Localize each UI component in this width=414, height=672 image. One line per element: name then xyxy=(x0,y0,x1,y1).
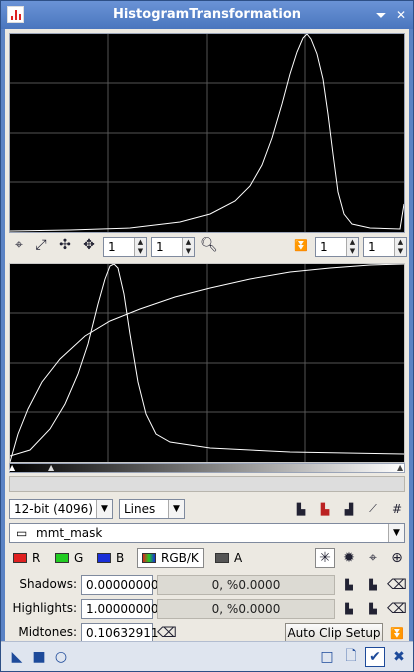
pan-icon[interactable]: ✥ xyxy=(79,235,99,255)
rgb-histogram-icon[interactable]: ▙ xyxy=(315,499,335,519)
highlights-slider-handle[interactable]: ▲ xyxy=(397,463,405,472)
check-icon[interactable]: ✔ xyxy=(365,647,385,667)
channel-r[interactable]: R xyxy=(13,548,40,568)
shadows-reset-icon[interactable]: ⌫ xyxy=(387,575,407,595)
midtones-slider-handle[interactable]: ▲ xyxy=(48,463,56,472)
shadows-auto-icon[interactable]: ▙ xyxy=(363,575,383,595)
channel-rgbk[interactable]: RGB/K xyxy=(137,548,204,568)
blue-swatch xyxy=(97,553,111,563)
histogram-bars-icon[interactable]: ▙ xyxy=(291,499,311,519)
curve-view-icon[interactable]: ⟋ xyxy=(363,499,383,519)
red-swatch xyxy=(13,553,27,563)
shadows-clipping-readout: 0, %0.0000 xyxy=(157,575,335,595)
document-icon[interactable]: 🗋 xyxy=(341,647,361,667)
gradient-ramp xyxy=(9,463,405,473)
zoom-reset-icon[interactable]: ✣ xyxy=(55,235,75,255)
apply-global-circle-icon[interactable]: ○ xyxy=(51,647,71,667)
target-icon[interactable]: ⌖ xyxy=(363,548,383,568)
new-instance-triangle-icon[interactable]: ◣ xyxy=(7,647,27,667)
close-icon[interactable]: ✕ xyxy=(393,7,409,23)
expand-options-icon[interactable]: ⏬ xyxy=(387,623,407,643)
preview-square-icon[interactable]: □ xyxy=(317,647,337,667)
sun-icon[interactable]: ✹ xyxy=(339,548,359,568)
histogram-log-icon[interactable]: ▟ xyxy=(339,499,359,519)
alpha-swatch xyxy=(215,553,229,563)
highlights-clipping-readout: 0, %0.0000 xyxy=(157,599,335,619)
auto-clip-setup-button[interactable]: Auto Clip Setup xyxy=(285,623,383,643)
output-histogram[interactable] xyxy=(9,33,405,233)
zoom-toolbar: ⌖ ⤢ ✣ ✥ 1 ▲ ▼ 1 ▲ ▼ 🔍︎ ⏬ 1 ▲ ▼ 1 ▲ ▼ xyxy=(5,235,409,259)
bit-depth-select[interactable]: 12-bit (4096) ▼ xyxy=(9,499,113,519)
midtones-input[interactable]: 0.10632911 xyxy=(81,623,159,643)
output-zoom-x-spinbox[interactable]: 1 ▲ ▼ xyxy=(315,237,359,257)
midtones-label: Midtones: xyxy=(18,625,77,639)
channel-a[interactable]: A xyxy=(215,548,242,568)
shadows-slider-handle[interactable]: ▲ xyxy=(9,463,17,472)
input-histogram[interactable] xyxy=(9,263,405,463)
channel-b[interactable]: B xyxy=(97,548,124,568)
rgbk-swatch xyxy=(142,553,156,563)
center-icon[interactable]: ⊕ xyxy=(387,548,407,568)
midtones-reset-icon[interactable]: ⌫ xyxy=(157,623,177,643)
output-zoom-y-spinbox[interactable]: 1 ▲ ▼ xyxy=(363,237,407,257)
content-area: ⌖ ⤢ ✣ ✥ 1▲▼ 1▲▼ 🔍︎ ⏬ 1▲▼ 1▲▼ ▲ ▲ xyxy=(5,29,409,643)
highlights-reset-icon[interactable]: ⌫ xyxy=(387,599,407,619)
horizontal-scrollbar[interactable] xyxy=(9,476,405,492)
histogram-transformation-window: HistogramTransformation ⏷ ✕ ⌖ ⤢ ✣ ✥ 1 ▲ ▼ … xyxy=(0,0,414,672)
channel-g[interactable]: G xyxy=(55,548,83,568)
shadows-input[interactable]: 0.00000000 xyxy=(81,575,159,595)
view-selector[interactable]: ▭ mmt_mask ▼ xyxy=(9,523,405,543)
green-swatch xyxy=(55,553,69,563)
shadows-histogram-icon[interactable]: ▙ xyxy=(339,575,359,595)
graph-style-select[interactable]: Lines ▼ xyxy=(119,499,185,519)
zoom-fit-icon[interactable]: ⤢ xyxy=(31,235,51,255)
channel-selector: R G B RGB/K A ✳ ✹ ⌖ ⊕ xyxy=(5,548,409,570)
horizontal-zoom-spinbox[interactable]: 1 ▲ ▼ xyxy=(103,237,147,257)
collapse-icon[interactable]: ⏷ xyxy=(373,7,389,23)
highlights-histogram-icon[interactable]: ▙ xyxy=(339,599,359,619)
highlights-input[interactable]: 1.00000000 xyxy=(81,599,159,619)
sparkle-icon[interactable]: ✳ xyxy=(315,548,335,568)
shadows-label: Shadows: xyxy=(19,577,77,591)
process-toolbar: ◣ ■ ○ □ 🗋 ✔ ✖ xyxy=(1,641,413,671)
highlights-auto-icon[interactable]: ▙ xyxy=(363,599,383,619)
grid-toggle-icon[interactable]: # xyxy=(387,499,407,519)
highlights-label: Highlights: xyxy=(12,601,77,615)
window-title: HistogramTransformation xyxy=(112,7,302,22)
expand-down-icon[interactable]: ⏬ xyxy=(291,235,311,255)
vertical-zoom-spinbox[interactable]: 1 ▲ ▼ xyxy=(151,237,195,257)
apply-square-icon[interactable]: ■ xyxy=(29,647,49,667)
view-icon: ▭ xyxy=(16,526,28,540)
crosshair-icon[interactable]: ⌖ xyxy=(9,235,29,255)
zoom-magnifier-icon[interactable]: 🔍︎ xyxy=(199,235,219,255)
reset-all-icon[interactable]: ✖ xyxy=(389,647,409,667)
title-bar[interactable]: HistogramTransformation ⏷ ✕ xyxy=(1,1,413,29)
